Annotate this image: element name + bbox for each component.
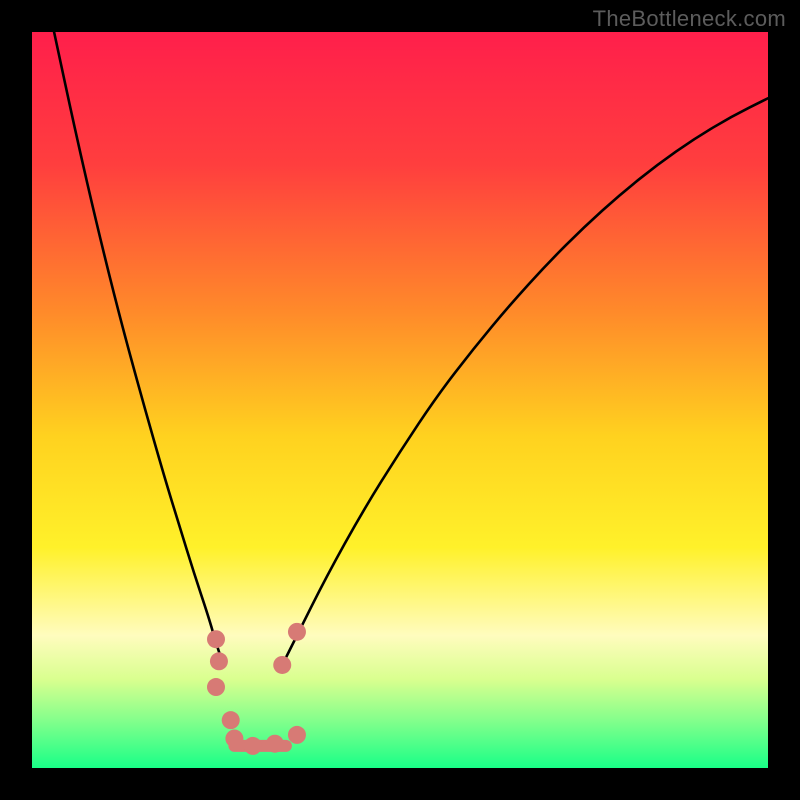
data-marker: [288, 726, 306, 744]
data-marker: [266, 735, 284, 753]
data-marker: [288, 623, 306, 641]
data-marker: [222, 711, 240, 729]
data-marker: [273, 656, 291, 674]
data-marker: [244, 737, 262, 755]
data-marker: [225, 730, 243, 748]
data-marker: [207, 630, 225, 648]
bottleneck-chart: [0, 0, 800, 800]
chart-container: TheBottleneck.com: [0, 0, 800, 800]
watermark-text: TheBottleneck.com: [593, 6, 786, 32]
data-marker: [210, 652, 228, 670]
data-marker: [207, 678, 225, 696]
